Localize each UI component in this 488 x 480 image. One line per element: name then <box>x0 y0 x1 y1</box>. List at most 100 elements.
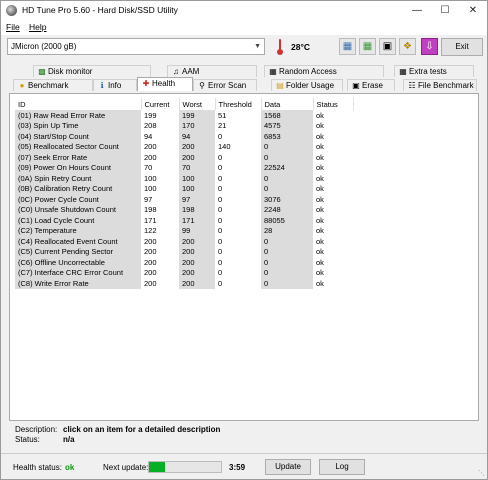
table-row[interactable]: (C7) Interface CRC Error Count 200 200 0 0 ok <box>15 267 353 278</box>
cell-id: (0A) Spin Retry Count <box>15 173 141 184</box>
tab-file-benchmark[interactable]: ☷ File Benchmark <box>403 79 477 91</box>
cell-current: 94 <box>141 131 179 142</box>
tab-error-scan[interactable]: ⚲ Error Scan <box>193 79 257 91</box>
column-header-worst[interactable]: Worst <box>179 98 216 110</box>
table-row[interactable]: (05) Reallocated Sector Count 200 200 140 0 o… <box>15 141 353 152</box>
exit-button[interactable]: Exit <box>441 38 483 56</box>
tab-health[interactable]: ✚ Health <box>137 77 193 91</box>
status-value: n/a <box>63 435 75 444</box>
cell-current: 200 <box>141 141 179 152</box>
tab-folder-usage[interactable]: ▤ Folder Usage <box>271 79 343 91</box>
cell-id: (C1) Load Cycle Count <box>15 215 141 226</box>
cell-current: 97 <box>141 194 179 205</box>
screenshot-icon[interactable]: ▣ <box>379 38 396 55</box>
tab-disk-monitor[interactable]: ▩ Disk monitor <box>33 65 151 77</box>
column-header-data[interactable]: Data <box>261 98 314 110</box>
cell-data: 3076 <box>261 194 313 205</box>
menu-file[interactable]: File <box>6 22 20 32</box>
thermometer-icon <box>277 39 283 55</box>
toolbar: JMicron (2000 gB) ▼ 28°C ▦ ▦ ▣ ❖ ⇩ Exit <box>1 35 487 59</box>
update-button[interactable]: Update <box>265 459 311 475</box>
cell-current: 100 <box>141 173 179 184</box>
cell-status: ok <box>313 236 353 247</box>
cell-current: 198 <box>141 204 179 215</box>
column-header-id[interactable]: ID <box>15 98 142 110</box>
table-row[interactable]: (C5) Current Pending Sector 200 200 0 0 ok <box>15 246 353 257</box>
hd-tune-app-icon <box>6 5 17 16</box>
column-header-status[interactable]: Status <box>313 98 354 110</box>
cell-status: ok <box>313 257 353 268</box>
status-label: Status: <box>15 435 40 444</box>
cell-data: 0 <box>261 173 313 184</box>
table-row[interactable]: (09) Power On Hours Count 70 70 0 22524 ok <box>15 162 353 173</box>
cell-status: ok <box>313 278 353 289</box>
cell-data: 0 <box>261 246 313 257</box>
maximize-icon[interactable]: ☐ <box>431 1 459 20</box>
table-row[interactable]: (C1) Load Cycle Count 171 171 0 88055 ok <box>15 215 353 226</box>
copy-text-icon[interactable]: ▦ <box>359 38 376 55</box>
cell-id: (C2) Temperature <box>15 225 141 236</box>
cell-worst: 170 <box>179 120 215 131</box>
table-row[interactable]: (0A) Spin Retry Count 100 100 0 0 ok <box>15 173 353 184</box>
column-header-threshold[interactable]: Threshold <box>215 98 262 110</box>
cell-worst: 99 <box>179 225 215 236</box>
tab-label: Error Scan <box>208 81 247 90</box>
cell-current: 200 <box>141 246 179 257</box>
drive-select[interactable]: JMicron (2000 gB) ▼ <box>7 38 265 55</box>
table-row[interactable]: (C6) Offline Uncorrectable 200 200 0 0 ok <box>15 257 353 268</box>
disk-monitor-icon: ▩ <box>38 67 46 76</box>
cell-data: 0 <box>261 267 313 278</box>
cell-threshold: 0 <box>215 183 261 194</box>
options-icon[interactable]: ❖ <box>399 38 416 55</box>
cell-threshold: 0 <box>215 257 261 268</box>
cell-data: 4575 <box>261 120 313 131</box>
table-row[interactable]: (03) Spin Up Time 208 170 21 4575 ok <box>15 120 353 131</box>
aam-icon: ♫ <box>173 67 179 76</box>
table-row[interactable]: (C2) Temperature 122 99 0 28 ok <box>15 225 353 236</box>
cell-threshold: 51 <box>215 110 261 121</box>
table-row[interactable]: (0C) Power Cycle Count 97 97 0 3076 ok <box>15 194 353 205</box>
drive-select-value: JMicron (2000 gB) <box>11 42 77 51</box>
tab-label: Disk monitor <box>48 67 93 76</box>
cell-data: 28 <box>261 225 313 236</box>
tab-aam[interactable]: ♫ AAM <box>167 65 257 77</box>
tab-erase[interactable]: ▣ Erase <box>347 79 395 91</box>
close-icon[interactable]: ✕ <box>459 1 487 20</box>
table-row[interactable]: (07) Seek Error Rate 200 200 0 0 ok <box>15 152 353 163</box>
cell-worst: 70 <box>179 162 215 173</box>
cell-threshold: 0 <box>215 173 261 184</box>
column-header-current[interactable]: Current <box>141 98 180 110</box>
save-icon[interactable]: ⇩ <box>421 38 438 55</box>
cell-id: (C7) Interface CRC Error Count <box>15 267 141 278</box>
info-icon: ℹ <box>100 81 104 90</box>
cell-id: (C8) Write Error Rate <box>15 278 141 289</box>
cell-worst: 100 <box>179 183 215 194</box>
cell-current: 200 <box>141 257 179 268</box>
tab-info[interactable]: ℹ Info <box>93 79 137 91</box>
menu-help[interactable]: Help <box>29 22 46 32</box>
table-row[interactable]: (04) Start/Stop Count 94 94 0 6853 ok <box>15 131 353 142</box>
table-row[interactable]: (C4) Reallocated Event Count 200 200 0 0 ok <box>15 236 353 247</box>
tab-random-access[interactable]: ▦ Random Access <box>264 65 384 77</box>
cell-status: ok <box>313 152 353 163</box>
tab-benchmark[interactable]: ● Benchmark <box>13 79 93 91</box>
cell-data: 88055 <box>261 215 313 226</box>
cell-status: ok <box>313 246 353 257</box>
menu-bar: File Help <box>1 20 487 35</box>
log-button[interactable]: Log <box>319 459 365 475</box>
cell-id: (C4) Reallocated Event Count <box>15 236 141 247</box>
table-row[interactable]: (C8) Write Error Rate 200 200 0 0 ok <box>15 278 353 289</box>
health-icon: ✚ <box>142 79 150 88</box>
minimize-icon[interactable]: — <box>403 1 431 20</box>
table-row[interactable]: (C0) Unsafe Shutdown Count 198 198 0 2248 ok <box>15 204 353 215</box>
cell-worst: 200 <box>179 236 215 247</box>
tab-extra-tests[interactable]: ▦ Extra tests <box>394 65 474 77</box>
table-row[interactable]: (01) Raw Read Error Rate 199 199 51 1568 ok <box>15 110 353 121</box>
cell-data: 6853 <box>261 131 313 142</box>
resize-grip-icon[interactable]: ⋱ <box>478 469 485 477</box>
cell-threshold: 0 <box>215 225 261 236</box>
cell-threshold: 0 <box>215 215 261 226</box>
cell-worst: 199 <box>179 110 215 121</box>
table-row[interactable]: (0B) Calibration Retry Count 100 100 0 0 ok <box>15 183 353 194</box>
copy-info-icon[interactable]: ▦ <box>339 38 356 55</box>
